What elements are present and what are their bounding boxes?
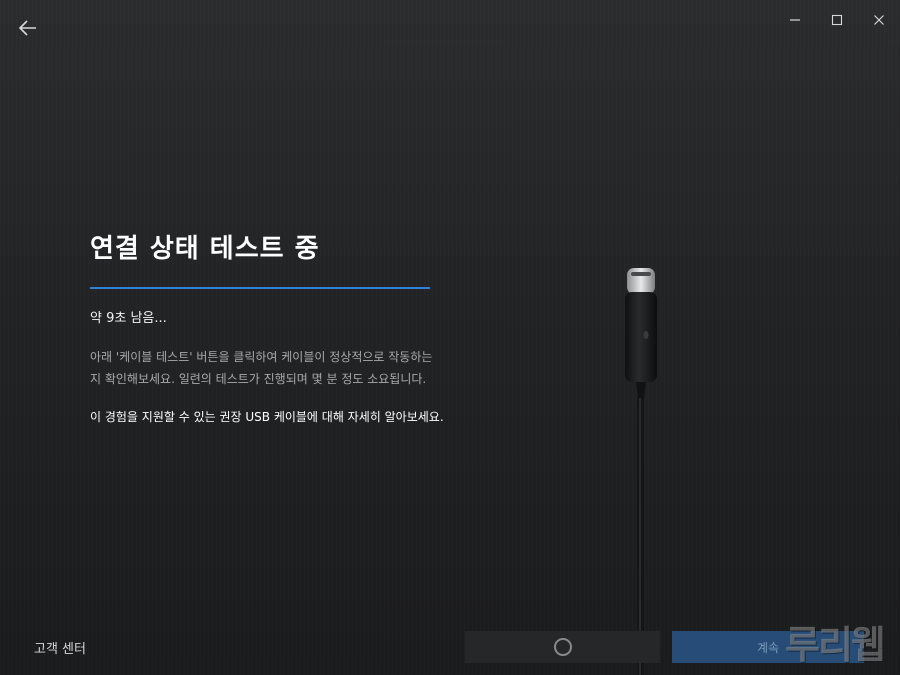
- maximize-icon: [831, 14, 843, 26]
- loading-spinner-icon: [553, 638, 572, 656]
- title-divider: [90, 287, 430, 289]
- main-content: 연결 상태 테스트 중 약 9초 남음... 아래 '케이블 테스트' 버튼을 …: [90, 228, 530, 425]
- countdown-text: 약 9초 남음...: [90, 311, 167, 326]
- minimize-icon: [790, 19, 800, 21]
- customer-support-link[interactable]: 고객 센터: [34, 638, 86, 657]
- usb-c-cable-illustration: [625, 268, 657, 675]
- cable-test-button[interactable]: [465, 631, 660, 663]
- maximize-button[interactable]: [816, 0, 858, 40]
- continue-button[interactable]: 계속: [672, 631, 864, 663]
- close-icon: [874, 15, 884, 25]
- app-window: 연결 상태 테스트 중 약 9초 남음... 아래 '케이블 테스트' 버튼을 …: [0, 0, 900, 675]
- window-controls: [774, 0, 900, 40]
- back-button[interactable]: [14, 14, 42, 42]
- learn-more-link[interactable]: 이 경험을 지원할 수 있는 권장 USB 케이블에 대해 자세히 알아보세요.: [90, 408, 530, 425]
- description-text: 아래 '케이블 테스트' 버튼을 클릭하여 케이블이 정상적으로 작동하는지 확…: [90, 350, 433, 386]
- close-button[interactable]: [858, 0, 900, 40]
- minimize-button[interactable]: [774, 0, 816, 40]
- page-title: 연결 상태 테스트 중: [90, 234, 320, 264]
- arrow-left-icon: [18, 20, 36, 36]
